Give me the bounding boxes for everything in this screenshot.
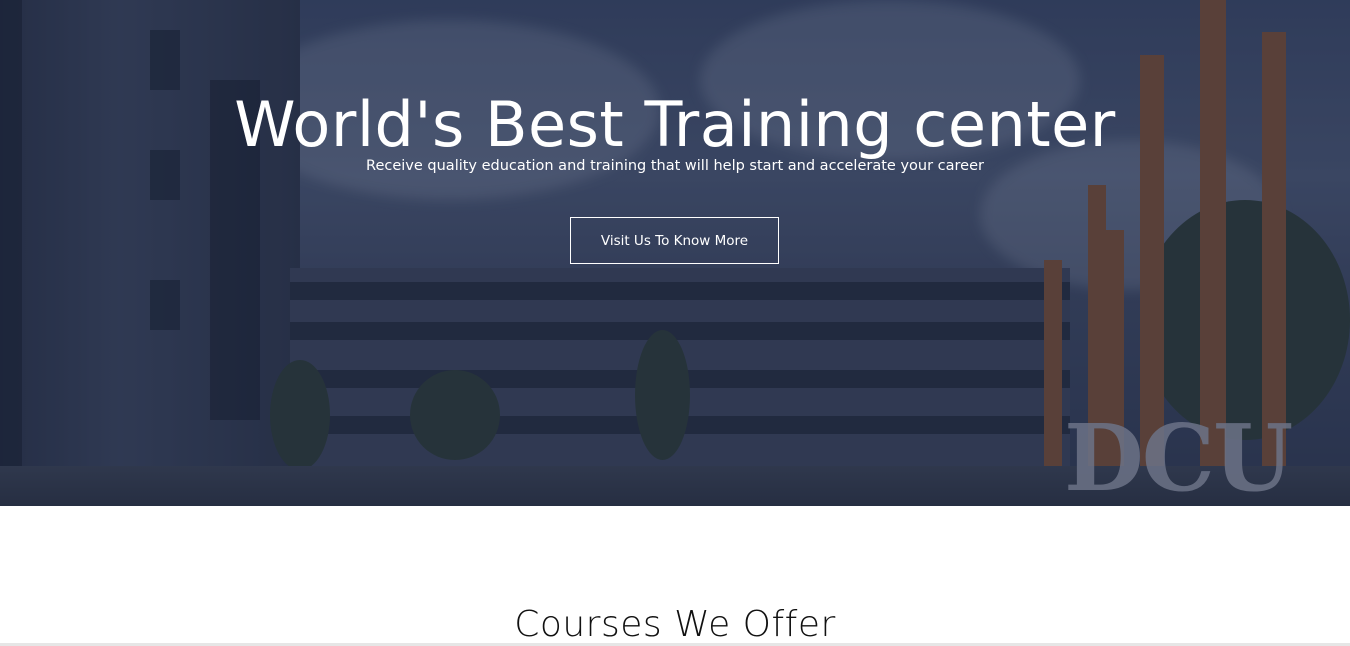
hero-title: World's Best Training center	[234, 88, 1116, 161]
hero-subtitle: Receive quality education and training t…	[366, 158, 984, 174]
hero-banner: DCU World's Best Training center Receive…	[0, 0, 1350, 506]
visit-us-button[interactable]: Visit Us To Know More	[570, 217, 779, 264]
courses-section-title: Courses We Offer	[514, 604, 836, 645]
